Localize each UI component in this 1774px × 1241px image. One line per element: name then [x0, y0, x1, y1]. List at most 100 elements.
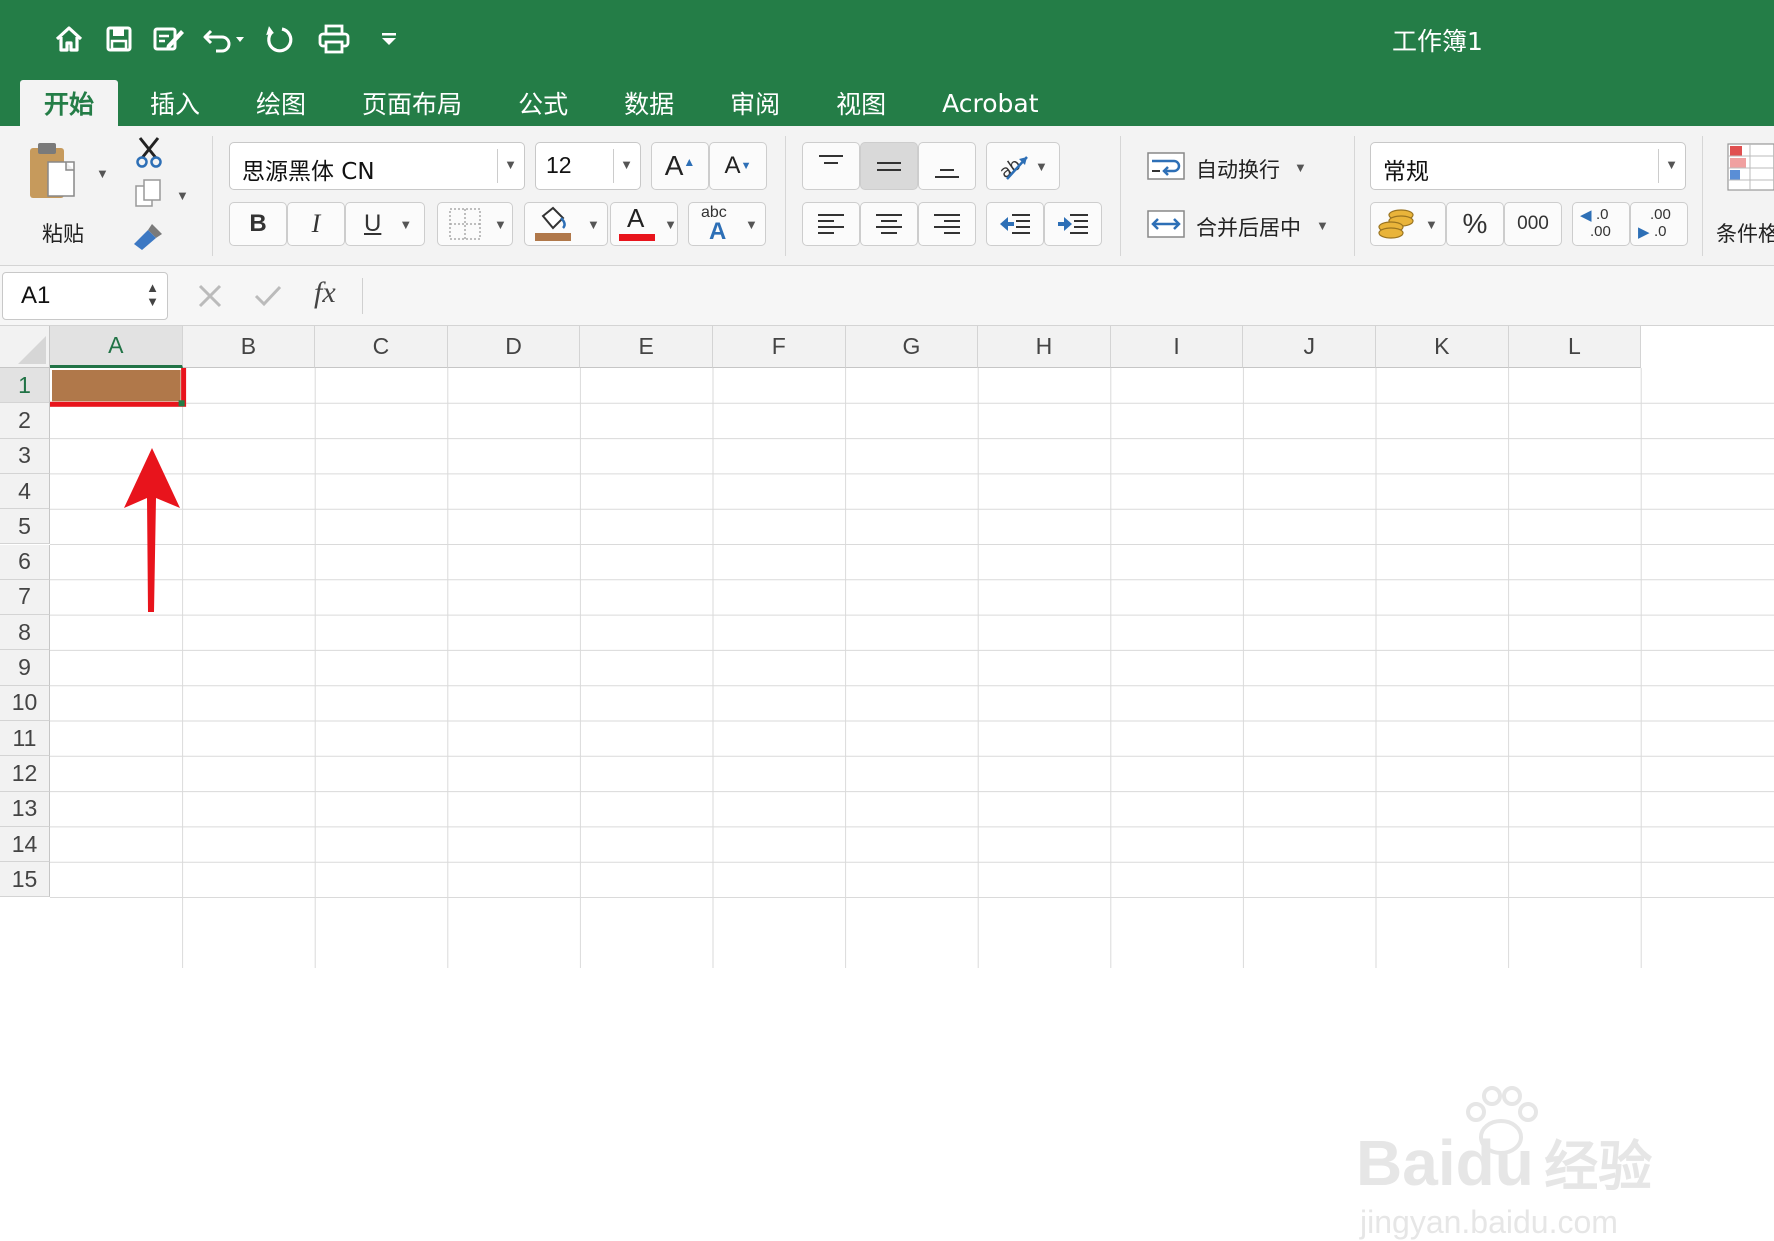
phonetic-button[interactable]: abc A ▼: [688, 202, 766, 246]
column-header-b[interactable]: B: [182, 326, 316, 368]
column-header-a[interactable]: A: [50, 326, 183, 368]
conditional-format-button[interactable]: 条件格: [1716, 140, 1774, 250]
copy-icon[interactable]: [134, 178, 164, 208]
font-size-select[interactable]: 12 ▼: [535, 142, 641, 190]
format-painter-icon[interactable]: [132, 222, 164, 252]
bold-button[interactable]: B: [229, 202, 287, 246]
tab-review[interactable]: 审阅: [706, 80, 804, 126]
decrease-decimal-button[interactable]: .00 ▶ .0: [1630, 202, 1688, 246]
borders-button[interactable]: ▼: [437, 202, 513, 246]
row-header-15[interactable]: 15: [0, 862, 50, 898]
wrap-text-button[interactable]: 自动换行 ▼: [1146, 146, 1326, 186]
select-all-corner[interactable]: [0, 326, 50, 368]
tab-home[interactable]: 开始: [20, 80, 119, 126]
column-header-d[interactable]: D: [447, 326, 581, 368]
column-header-k[interactable]: K: [1376, 326, 1509, 368]
column-header-l[interactable]: L: [1508, 326, 1642, 368]
row-header-14[interactable]: 14: [0, 826, 50, 863]
decrease-indent-button[interactable]: [986, 202, 1044, 246]
column-header-e[interactable]: E: [580, 326, 713, 368]
increase-indent-button[interactable]: [1044, 202, 1102, 246]
row-header-2[interactable]: 2: [0, 403, 50, 439]
formula-input[interactable]: [374, 272, 1770, 320]
chevron-down-icon: ▼: [494, 216, 507, 232]
fill-handle[interactable]: [178, 400, 185, 407]
align-bottom-button[interactable]: [918, 142, 976, 190]
align-center-button[interactable]: [860, 202, 918, 246]
watermark-logo-row: Baidu 经验: [1356, 1086, 1652, 1204]
fill-color-button[interactable]: ▼: [524, 202, 608, 246]
column-header-j[interactable]: J: [1243, 326, 1376, 368]
row-header-5[interactable]: 5: [0, 509, 50, 545]
cell-area[interactable]: [44, 362, 1774, 973]
merge-center-button[interactable]: 合并后居中 ▼: [1146, 204, 1346, 244]
align-middle-button[interactable]: [860, 142, 918, 190]
align-right-button[interactable]: [918, 202, 976, 246]
tab-draw[interactable]: 绘图: [232, 80, 330, 126]
tab-view[interactable]: 视图: [812, 80, 910, 126]
italic-button[interactable]: I: [287, 202, 345, 246]
row-header-12[interactable]: 12: [0, 756, 50, 792]
confirm-icon[interactable]: [253, 283, 283, 309]
column-header-g[interactable]: G: [845, 326, 979, 368]
number-format-divider: [1658, 149, 1659, 183]
tab-data[interactable]: 数据: [600, 80, 698, 126]
row-header-10[interactable]: 10: [0, 685, 50, 721]
grow-font-button[interactable]: A ▲: [651, 142, 709, 190]
name-box-value: A1: [21, 282, 51, 309]
number-format-select[interactable]: 常规 ▼: [1370, 142, 1686, 190]
chevron-down-icon: ▼: [504, 157, 517, 172]
home-icon[interactable]: [44, 18, 94, 60]
tab-acrobat[interactable]: Acrobat: [918, 80, 1062, 126]
tab-page-layout[interactable]: 页面布局: [338, 80, 486, 126]
redo-icon[interactable]: [254, 18, 304, 60]
wrap-text-icon: [1147, 152, 1185, 180]
tab-formulas[interactable]: 公式: [494, 80, 592, 126]
undo-icon[interactable]: [194, 18, 254, 60]
comma-style-button[interactable]: 000: [1504, 202, 1562, 246]
selected-cell-fill[interactable]: [52, 370, 181, 402]
separator: [1354, 136, 1355, 256]
paste-button[interactable]: 粘贴: [26, 140, 96, 250]
row-header-13[interactable]: 13: [0, 791, 50, 827]
copy-dropdown-arrow[interactable]: ▼: [176, 188, 189, 203]
column-header-h[interactable]: H: [978, 326, 1111, 368]
row-header-1[interactable]: 1: [0, 368, 50, 404]
row-header-9[interactable]: 9: [0, 650, 50, 686]
row-header-4[interactable]: 4: [0, 473, 50, 510]
percent-button[interactable]: %: [1446, 202, 1504, 246]
stepper-icon: ▲ ▼: [146, 280, 159, 309]
save-icon[interactable]: [94, 18, 144, 60]
row-header-7[interactable]: 7: [0, 579, 50, 616]
font-name-select[interactable]: 思源黑体 CN ▼: [229, 142, 525, 190]
shrink-font-letter: A: [724, 152, 741, 179]
tab-insert[interactable]: 插入: [126, 80, 224, 126]
column-header-c[interactable]: C: [315, 326, 448, 368]
row-header-3[interactable]: 3: [0, 438, 50, 474]
edit-icon[interactable]: [144, 18, 194, 60]
row-header-8[interactable]: 8: [0, 615, 50, 651]
shrink-font-button[interactable]: A ▼: [709, 142, 767, 190]
name-box[interactable]: A1 ▲ ▼: [2, 272, 168, 320]
caret-down-icon: ▼: [740, 160, 752, 172]
cut-icon[interactable]: [134, 136, 164, 168]
row-header-11[interactable]: 11: [0, 721, 50, 757]
font-color-button[interactable]: A ▼: [610, 202, 678, 246]
cancel-icon[interactable]: [197, 283, 223, 309]
column-header-i[interactable]: I: [1110, 326, 1244, 368]
underline-button[interactable]: U ▼: [345, 202, 425, 246]
function-icon[interactable]: fx: [314, 276, 336, 310]
row-header-6[interactable]: 6: [0, 544, 50, 580]
arrow-right-icon: ▶: [1638, 224, 1650, 241]
accounting-format-button[interactable]: ▼: [1370, 202, 1446, 246]
orientation-button[interactable]: ab ▼: [986, 142, 1060, 190]
align-right-icon: [934, 214, 960, 234]
align-left-button[interactable]: [802, 202, 860, 246]
conditional-format-label: 条件格: [1716, 222, 1774, 246]
align-top-button[interactable]: [802, 142, 860, 190]
increase-decimal-button[interactable]: ◀ .0 .00: [1572, 202, 1630, 246]
print-icon[interactable]: [304, 18, 364, 60]
column-header-f[interactable]: F: [713, 326, 846, 368]
paste-dropdown-arrow[interactable]: ▼: [96, 166, 109, 181]
customize-icon[interactable]: [364, 18, 414, 60]
